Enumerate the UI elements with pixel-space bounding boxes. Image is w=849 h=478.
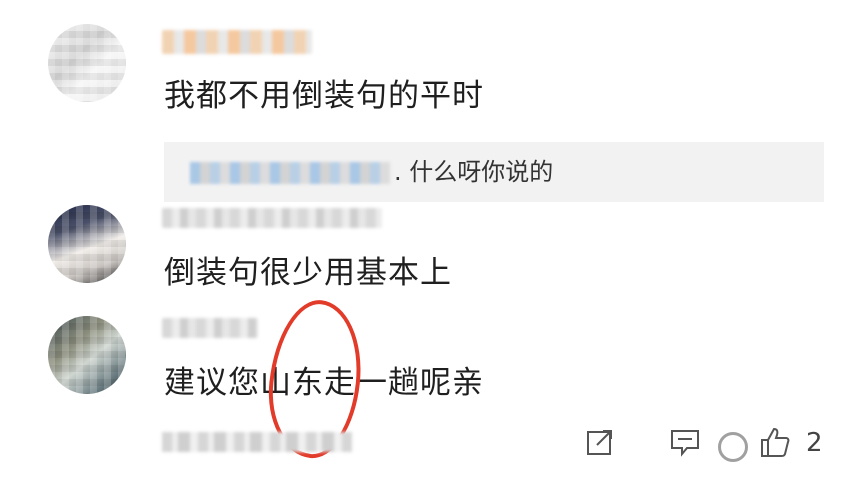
share-icon bbox=[587, 430, 612, 455]
timestamp-blurred bbox=[162, 432, 352, 452]
comment-icon bbox=[671, 430, 699, 457]
avatar[interactable] bbox=[48, 316, 126, 394]
username-blurred[interactable] bbox=[162, 30, 312, 54]
comment-text: 我都不用倒装句的平时 bbox=[164, 78, 484, 114]
username-blurred[interactable] bbox=[162, 208, 382, 228]
comment-text: 倒装句很少用基本上 bbox=[164, 255, 452, 291]
username-blurred[interactable] bbox=[162, 318, 258, 338]
watermark-logo-icon bbox=[718, 432, 748, 462]
watermark bbox=[718, 430, 838, 464]
avatar[interactable] bbox=[48, 205, 126, 283]
reply-button[interactable] bbox=[665, 424, 705, 460]
reply-username-blurred[interactable] bbox=[190, 162, 390, 184]
share-button[interactable] bbox=[580, 424, 620, 460]
avatar[interactable] bbox=[48, 24, 126, 102]
reply-text: . 什么呀你说的 bbox=[394, 158, 554, 186]
reply-preview[interactable]: . 什么呀你说的 bbox=[164, 142, 824, 202]
